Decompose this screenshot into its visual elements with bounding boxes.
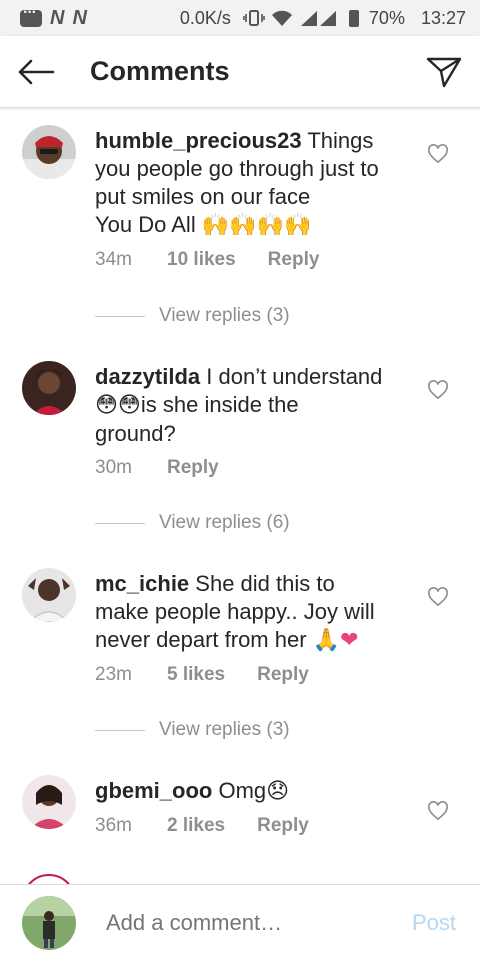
comment-meta: 36m 2 likes Reply <box>95 815 309 837</box>
comment-meta: 30m Reply <box>95 457 219 479</box>
avatar[interactable] <box>22 568 76 622</box>
replies-divider <box>95 315 145 317</box>
direct-message-button[interactable] <box>408 36 480 108</box>
comment-emoji: 😳😳 <box>95 393 141 418</box>
comment-time: 36m <box>95 815 132 836</box>
comment-composer: Post <box>0 884 480 960</box>
battery-percent: 70% <box>368 7 405 28</box>
comment-text-line: I don’t understand <box>206 364 383 389</box>
carrier-1-indicator: N <box>50 6 65 29</box>
battery-icon <box>348 9 359 27</box>
comment-username[interactable]: dazzytilda <box>95 364 200 389</box>
view-replies-button[interactable]: View replies (3) <box>95 719 290 741</box>
clock: 13:27 <box>420 7 466 28</box>
view-replies-button[interactable]: View replies (6) <box>95 512 290 534</box>
comment-text-line: put smiles on our face <box>95 184 311 209</box>
comment-likes[interactable]: 2 likes <box>167 815 225 837</box>
back-button[interactable] <box>0 36 70 108</box>
comment-username[interactable]: gbemi_ooo <box>95 778 212 803</box>
heart-icon[interactable] <box>427 380 449 400</box>
reply-button[interactable]: Reply <box>257 815 309 837</box>
reply-button[interactable]: Reply <box>268 249 320 271</box>
carrier-2-indicator: N <box>72 6 87 29</box>
comment-text-line: you people go through just to <box>95 156 379 181</box>
comment-text-line: She did this to <box>195 571 335 596</box>
page-title: Comments <box>90 56 230 86</box>
comment-likes[interactable]: 10 likes <box>167 249 236 271</box>
comment-body: dazzytilda I don’t understand 😳😳is she i… <box>95 363 415 448</box>
reply-button[interactable]: Reply <box>257 664 309 686</box>
comment-text-line: make people happy.. Joy will <box>95 599 375 624</box>
comment-text-line: ground? <box>95 421 176 446</box>
vibrate-icon <box>243 10 265 26</box>
comment-body: mc_ichie She did this to make people hap… <box>95 570 415 655</box>
comment-time: 34m <box>95 249 132 270</box>
comment-text-line: You Do All <box>95 212 196 237</box>
view-replies-label: View replies (3) <box>159 719 290 740</box>
comment-input[interactable] <box>106 909 412 936</box>
signal-icon <box>300 11 336 26</box>
message-icon <box>20 4 42 27</box>
comment-username[interactable]: humble_precious23 <box>95 128 302 153</box>
comment-likes[interactable]: 5 likes <box>167 664 225 686</box>
comment-meta: 23m 5 likes Reply <box>95 664 309 686</box>
avatar[interactable] <box>22 874 76 884</box>
comment-emoji: 😞 <box>266 779 290 804</box>
avatar[interactable] <box>22 775 76 829</box>
current-user-avatar <box>22 895 76 950</box>
status-bar: N N 0.0K/s 70% 13:27 <box>0 0 480 36</box>
comments-list[interactable]: humble_precious23 Things you people go t… <box>0 109 480 884</box>
replies-divider <box>95 729 145 731</box>
paper-plane-icon <box>426 57 462 87</box>
comment-time: 23m <box>95 664 132 685</box>
comment-text-line: Things <box>307 128 374 153</box>
view-replies-label: View replies (6) <box>159 512 290 533</box>
wifi-icon <box>271 10 292 26</box>
comment-text-line: is she inside the <box>140 392 299 417</box>
comment-body: humble_precious23 Things you people go t… <box>95 127 415 240</box>
reply-button[interactable]: Reply <box>167 457 219 479</box>
replies-divider <box>95 522 145 524</box>
header: Comments <box>0 36 480 108</box>
view-replies-button[interactable]: View replies (3) <box>95 305 290 327</box>
comment-text-line: Omg <box>218 778 267 803</box>
comment-username[interactable]: mc_ichie <box>95 571 189 596</box>
comment-emoji: 🙌🙌🙌🙌 <box>201 213 312 238</box>
comment-time: 30m <box>95 457 132 478</box>
view-replies-label: View replies (3) <box>159 305 290 326</box>
avatar[interactable] <box>22 361 76 415</box>
comment-body: gbemi_ooo Omg😞 <box>95 777 415 806</box>
network-speed: 0.0K/s <box>179 7 231 28</box>
comment-text-line: never depart from her <box>95 627 307 652</box>
heart-icon[interactable] <box>427 801 449 821</box>
comment-emoji: 🙏❤ <box>312 628 359 653</box>
avatar[interactable] <box>22 125 76 179</box>
heart-icon[interactable] <box>427 144 449 164</box>
heart-icon[interactable] <box>427 587 449 607</box>
post-button[interactable]: Post <box>412 910 456 936</box>
comment-meta: 34m 10 likes Reply <box>95 249 319 271</box>
arrow-left-icon <box>18 59 55 84</box>
